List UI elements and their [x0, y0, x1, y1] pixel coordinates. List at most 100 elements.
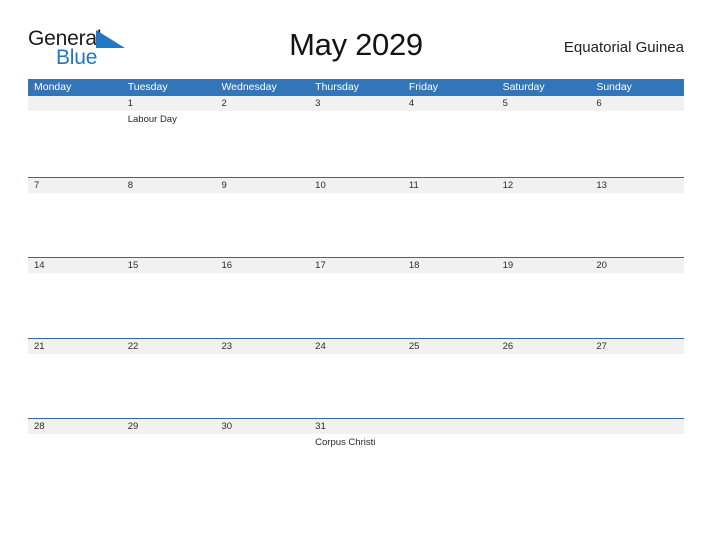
day-number-band: 123456 — [28, 96, 684, 111]
day-cell[interactable] — [403, 354, 497, 418]
day-number-empty — [497, 419, 591, 434]
weekday-header-monday: Monday — [34, 81, 72, 93]
day-cell[interactable] — [590, 354, 684, 418]
day-number-30[interactable]: 30 — [215, 419, 309, 434]
day-number-18[interactable]: 18 — [403, 258, 497, 273]
day-number-20[interactable]: 20 — [590, 258, 684, 273]
day-number-24[interactable]: 24 — [309, 339, 403, 354]
day-number-band: 7 8 9 10 11 12 13 — [28, 177, 684, 193]
day-cell[interactable] — [590, 111, 684, 175]
weekday-header-saturday: Saturday — [502, 81, 545, 93]
day-number-23[interactable]: 23 — [215, 339, 309, 354]
day-cell[interactable] — [122, 354, 216, 418]
day-cell[interactable] — [590, 273, 684, 337]
day-event-band — [28, 353, 684, 418]
weekday-header-row: Monday Tuesday Wednesday Thursday Friday Satu… — [28, 79, 684, 96]
day-cell[interactable] — [215, 273, 309, 337]
day-number-4[interactable]: 4 — [403, 96, 497, 111]
day-cell — [28, 111, 122, 175]
day-number-band: 21 22 23 24 25 26 27 — [28, 338, 684, 354]
weekday-header-sunday: Sunday — [596, 81, 632, 93]
day-number-empty — [28, 96, 122, 111]
page-header: General Blue May 2029 Equatorial Guinea — [28, 24, 684, 72]
calendar-week-row: 7 8 9 10 11 12 13 — [28, 176, 684, 258]
day-number-15[interactable]: 15 — [122, 258, 216, 273]
day-cell[interactable]: Labour Day — [122, 111, 216, 175]
day-number-29[interactable]: 29 — [122, 419, 216, 434]
day-event-band — [28, 273, 684, 337]
day-number-13[interactable]: 13 — [590, 178, 684, 193]
day-number-17[interactable]: 17 — [309, 258, 403, 273]
day-cell[interactable] — [403, 193, 497, 257]
day-number-6[interactable]: 6 — [590, 96, 684, 111]
day-cell[interactable] — [403, 273, 497, 337]
day-event-band: Labour Day — [28, 111, 684, 175]
day-cell[interactable] — [28, 434, 122, 498]
day-number-28[interactable]: 28 — [28, 419, 122, 434]
calendar-week-row: 28 29 30 31 Corpus Christi — [28, 418, 684, 499]
day-cell — [497, 434, 591, 498]
day-number-3[interactable]: 3 — [309, 96, 403, 111]
weekday-header-friday: Friday — [408, 81, 439, 93]
day-cell[interactable] — [28, 273, 122, 337]
day-cell[interactable] — [28, 193, 122, 257]
day-cell[interactable] — [590, 193, 684, 257]
day-cell[interactable] — [122, 273, 216, 337]
day-number-2[interactable]: 2 — [215, 96, 309, 111]
day-number-31[interactable]: 31 — [309, 419, 403, 434]
day-number-16[interactable]: 16 — [215, 258, 309, 273]
day-event-band: Corpus Christi — [28, 434, 684, 498]
holiday-label: Labour Day — [127, 114, 177, 125]
day-cell[interactable] — [215, 434, 309, 498]
day-number-26[interactable]: 26 — [497, 339, 591, 354]
day-number-11[interactable]: 11 — [403, 178, 497, 193]
weekday-header-thursday: Thursday — [315, 81, 359, 93]
day-number-empty — [403, 419, 497, 434]
day-number-5[interactable]: 5 — [497, 96, 591, 111]
day-number-27[interactable]: 27 — [590, 339, 684, 354]
day-cell[interactable] — [122, 193, 216, 257]
day-number-8[interactable]: 8 — [122, 178, 216, 193]
day-cell[interactable] — [122, 434, 216, 498]
day-cell[interactable] — [309, 193, 403, 257]
holiday-label: Corpus Christi — [315, 437, 376, 448]
weekday-header-wednesday: Wednesday — [221, 81, 277, 93]
day-cell — [590, 434, 684, 498]
day-number-12[interactable]: 12 — [497, 178, 591, 193]
day-cell[interactable] — [309, 354, 403, 418]
day-number-band: 28 29 30 31 — [28, 419, 684, 434]
day-cell[interactable] — [309, 111, 403, 175]
calendar-weeks: 1 2 3 4 5 6 Labour Day 7 8 9 10 11 12 13 14 15 16 17 18 19 2… — [28, 96, 684, 499]
calendar-page: General Blue May 2029 Equatorial Guinea … — [0, 0, 712, 550]
day-number-empty — [590, 419, 684, 434]
day-cell[interactable] — [497, 111, 591, 175]
day-number-10[interactable]: 10 — [309, 178, 403, 193]
day-number-14[interactable]: 14 — [28, 258, 122, 273]
day-cell — [403, 434, 497, 498]
day-cell[interactable] — [497, 193, 591, 257]
day-number-21[interactable]: 21 — [28, 339, 122, 354]
day-cell[interactable] — [215, 354, 309, 418]
day-number-7[interactable]: 7 — [28, 178, 122, 193]
calendar-week-row: 21 22 23 24 25 26 27 — [28, 337, 684, 419]
day-number-9[interactable]: 9 — [215, 178, 309, 193]
calendar-week-row: 14 15 16 17 18 19 20 — [28, 257, 684, 338]
day-cell[interactable] — [497, 354, 591, 418]
day-number-band: 14 15 16 17 18 19 20 — [28, 258, 684, 273]
day-cell[interactable] — [497, 273, 591, 337]
day-number-1[interactable]: 1 — [122, 96, 216, 111]
country-label: Equatorial Guinea — [563, 39, 684, 56]
calendar-week-row: 1 2 3 4 5 6 Labour Day — [28, 96, 684, 177]
day-event-band — [28, 192, 684, 257]
day-cell[interactable] — [403, 111, 497, 175]
day-number-22[interactable]: 22 — [122, 339, 216, 354]
day-number-25[interactable]: 25 — [403, 339, 497, 354]
weekday-header-tuesday: Tuesday — [127, 81, 168, 93]
day-number-19[interactable]: 19 — [497, 258, 591, 273]
day-cell[interactable] — [309, 273, 403, 337]
day-cell[interactable] — [215, 193, 309, 257]
day-cell[interactable]: Corpus Christi — [309, 434, 403, 498]
calendar-grid: Monday Tuesday Wednesday Thursday Friday Satu… — [28, 79, 684, 499]
day-cell[interactable] — [215, 111, 309, 175]
day-cell[interactable] — [28, 354, 122, 418]
